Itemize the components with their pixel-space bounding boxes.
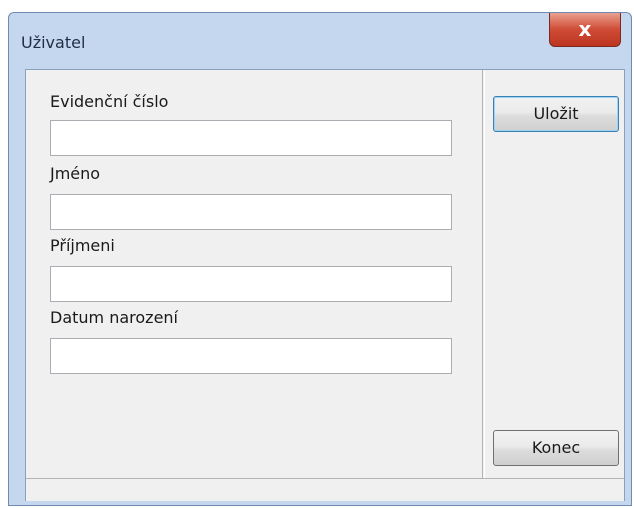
jmeno-input[interactable] <box>50 194 452 230</box>
field-label-evidencni-cislo: Evidenční číslo <box>50 92 169 111</box>
dialog-window: Uživatel x Evidenční číslo Jméno Příjmen… <box>8 12 632 506</box>
close-icon[interactable]: x <box>549 13 621 47</box>
window-title: Uživatel <box>21 33 86 52</box>
form-panel: Evidenční číslo Jméno Příjmeni Datum nar… <box>26 70 483 478</box>
close-button[interactable]: Konec <box>493 430 619 466</box>
status-bar <box>26 478 624 501</box>
dialog-client-area: Evidenční číslo Jméno Příjmeni Datum nar… <box>25 69 625 501</box>
button-panel: Uložit Konec <box>484 70 625 478</box>
prijmeni-input[interactable] <box>50 266 452 302</box>
datum-narozeni-input[interactable] <box>50 338 452 374</box>
field-label-prijmeni: Příjmeni <box>50 236 115 255</box>
field-label-jmeno: Jméno <box>50 164 101 183</box>
save-button[interactable]: Uložit <box>493 96 619 132</box>
field-label-datum-narozeni: Datum narození <box>50 308 178 327</box>
evidencni-cislo-input[interactable] <box>50 120 452 156</box>
